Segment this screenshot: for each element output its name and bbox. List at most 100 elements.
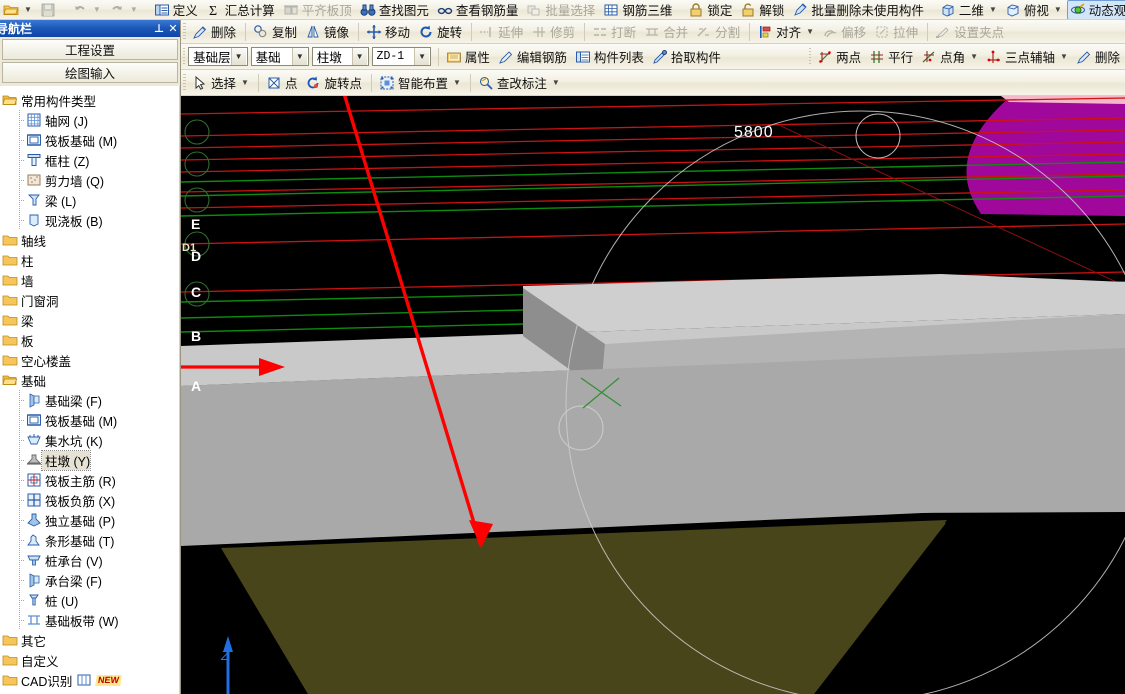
tree-item-8-8[interactable]: 桩承台 (V)	[2, 550, 180, 570]
toolbar-grip[interactable]	[183, 22, 186, 41]
tree-group-7[interactable]: 空心楼盖	[2, 350, 180, 370]
three-point-aux-axis-caret[interactable]: ▼	[1058, 52, 1068, 61]
batch-select-button[interactable]: 批量选择	[523, 0, 600, 19]
extend-button[interactable]: 延伸	[476, 22, 528, 42]
lock-button[interactable]: 锁定	[685, 0, 737, 19]
tree-group-6[interactable]: 板	[2, 330, 180, 350]
chevron-down-icon[interactable]: ▼	[230, 48, 246, 65]
edit-annotation-button[interactable]: 查改标注 ▼	[475, 73, 565, 93]
tree-scrollbar[interactable]	[179, 86, 180, 694]
tree-item-0-1[interactable]: 筏板基础 (M)	[2, 130, 180, 150]
delete-axis-button[interactable]: 删除	[1073, 47, 1125, 67]
tree-item-8-5[interactable]: 筏板负筋 (X)	[2, 490, 180, 510]
tree-item-0-3[interactable]: 剪力墙 (Q)	[2, 170, 180, 190]
toolbar-grip[interactable]	[183, 47, 186, 66]
set-grip-button[interactable]: 设置夹点	[932, 22, 1009, 42]
merge-button[interactable]: 合并	[641, 22, 693, 42]
toolbar-grip[interactable]	[808, 47, 812, 66]
category-select[interactable]: 基础 ▼	[250, 47, 309, 66]
edit-annotation-caret[interactable]: ▼	[550, 78, 560, 87]
tree-group-0[interactable]: 常用构件类型	[2, 90, 180, 110]
tree-item-8-0[interactable]: 基础梁 (F)	[2, 390, 180, 410]
open-file-button[interactable]: ▼	[0, 0, 37, 19]
tree-group-1[interactable]: 轴线	[2, 230, 180, 250]
tree-item-8-4[interactable]: 筏板主筋 (R)	[2, 470, 180, 490]
component-name-select[interactable]: ZD-1 ▼	[371, 47, 432, 66]
view-2d-caret[interactable]: ▼	[987, 5, 997, 14]
chevron-down-icon[interactable]: ▼	[291, 48, 307, 65]
component-tree-panel[interactable]: 常用构件类型 轴网 (J) 筏板基础 (M) 框柱 (Z) 剪力墙 (Q) 梁 (L) 现浇…	[0, 86, 180, 694]
tree-group-8[interactable]: 基础	[2, 370, 180, 390]
copy-button[interactable]: 复制	[250, 22, 302, 42]
undo-button[interactable]: ▼	[69, 0, 106, 19]
toolbar-grip[interactable]	[183, 73, 186, 92]
find-element-button[interactable]: 查找图元	[357, 0, 434, 19]
tree-group-2[interactable]: 柱	[2, 250, 180, 270]
align-button[interactable]: 对齐 ▼	[754, 22, 819, 42]
observe-handle-top[interactable]	[855, 113, 901, 159]
drawing-input-button[interactable]: 绘图输入	[2, 62, 178, 83]
parallel-axis-button[interactable]: 平行	[866, 47, 918, 67]
summary-calc-button[interactable]: Σ 汇总计算	[203, 0, 280, 19]
point-angle-axis-caret[interactable]: ▼	[968, 52, 978, 61]
redo-caret[interactable]: ▼	[128, 5, 138, 14]
tree-group-3[interactable]: 墙	[2, 270, 180, 290]
tree-item-8-6[interactable]: 独立基础 (P)	[2, 510, 180, 530]
stretch-button[interactable]: 拉伸	[871, 22, 923, 42]
break-button[interactable]: 打断	[589, 22, 641, 42]
rotate-point-tool-button[interactable]: 旋转点	[302, 73, 367, 93]
point-angle-axis-button[interactable]: 点角 ▼	[918, 47, 983, 67]
offset-button[interactable]: 偏移	[819, 22, 871, 42]
rebar-3d-button[interactable]: 钢筋三维	[600, 0, 677, 19]
save-button[interactable]	[37, 0, 61, 19]
define-button[interactable]: 定义	[151, 0, 203, 19]
tree-item-8-9[interactable]: 承台梁 (F)	[2, 570, 180, 590]
tree-item-0-5[interactable]: 现浇板 (B)	[2, 210, 180, 230]
3d-viewport[interactable]: E D C B A D1 5800 Z	[181, 96, 1125, 694]
move-button[interactable]: 移动	[363, 22, 415, 42]
view-top-button[interactable]: 俯视 ▼	[1002, 0, 1067, 19]
edit-rebar-button[interactable]: 编辑钢筋	[495, 47, 572, 67]
redo-button[interactable]: ▼	[106, 0, 143, 19]
view-rebar-qty-button[interactable]: 查看钢筋量	[434, 0, 524, 19]
dynamic-observe-button[interactable]: 动态观察	[1066, 0, 1125, 19]
properties-button[interactable]: 属性	[443, 47, 495, 67]
view-top-caret[interactable]: ▼	[1052, 5, 1062, 14]
align-slab-top-button[interactable]: 平齐板顶	[280, 0, 357, 19]
pin-icon[interactable]: ⊥	[152, 22, 166, 35]
open-file-caret[interactable]: ▼	[22, 5, 32, 14]
close-icon[interactable]: ✕	[166, 22, 180, 35]
undo-caret[interactable]: ▼	[91, 5, 101, 14]
tree-item-0-2[interactable]: 框柱 (Z)	[2, 150, 180, 170]
chevron-down-icon[interactable]: ▼	[351, 48, 367, 65]
mirror-button[interactable]: 镜像	[302, 22, 354, 42]
tree-group-11[interactable]: CAD识别 NEW	[2, 670, 180, 690]
batch-delete-unused-button[interactable]: 批量删除未使用构件	[789, 0, 929, 19]
unlock-button[interactable]: 解锁	[737, 0, 789, 19]
point-tool-button[interactable]: 点	[263, 73, 303, 93]
floor-select[interactable]: 基础层 ▼	[188, 47, 248, 66]
tree-item-0-0[interactable]: 轴网 (J)	[2, 110, 180, 130]
tree-group-10[interactable]: 自定义	[2, 650, 180, 670]
split-button[interactable]: 分割	[693, 22, 745, 42]
two-point-axis-button[interactable]: 两点	[814, 47, 866, 67]
smart-layout-button[interactable]: 智能布置 ▼	[376, 73, 466, 93]
tree-item-0-4[interactable]: 梁 (L)	[2, 190, 180, 210]
delete-button[interactable]: 删除	[189, 22, 241, 42]
project-settings-button[interactable]: 工程设置	[2, 39, 178, 60]
tree-item-8-10[interactable]: 桩 (U)	[2, 590, 180, 610]
tree-group-5[interactable]: 梁	[2, 310, 180, 330]
select-tool-button[interactable]: 选择 ▼	[189, 73, 254, 93]
pick-component-button[interactable]: 拾取构件	[649, 47, 726, 67]
tree-item-8-11[interactable]: 基础板带 (W)	[2, 610, 180, 630]
select-tool-caret[interactable]: ▼	[239, 78, 249, 87]
three-point-aux-axis-button[interactable]: 三点辅轴 ▼	[983, 47, 1073, 67]
rotate-button[interactable]: 旋转	[415, 22, 467, 42]
tree-group-9[interactable]: 其它	[2, 630, 180, 650]
align-caret[interactable]: ▼	[804, 27, 814, 36]
view-2d-button[interactable]: 二维 ▼	[937, 0, 1002, 19]
smart-layout-caret[interactable]: ▼	[451, 78, 461, 87]
component-type-select[interactable]: 柱墩 ▼	[311, 47, 369, 66]
component-list-button[interactable]: 构件列表	[572, 47, 649, 67]
tree-item-8-2[interactable]: 集水坑 (K)	[2, 430, 180, 450]
